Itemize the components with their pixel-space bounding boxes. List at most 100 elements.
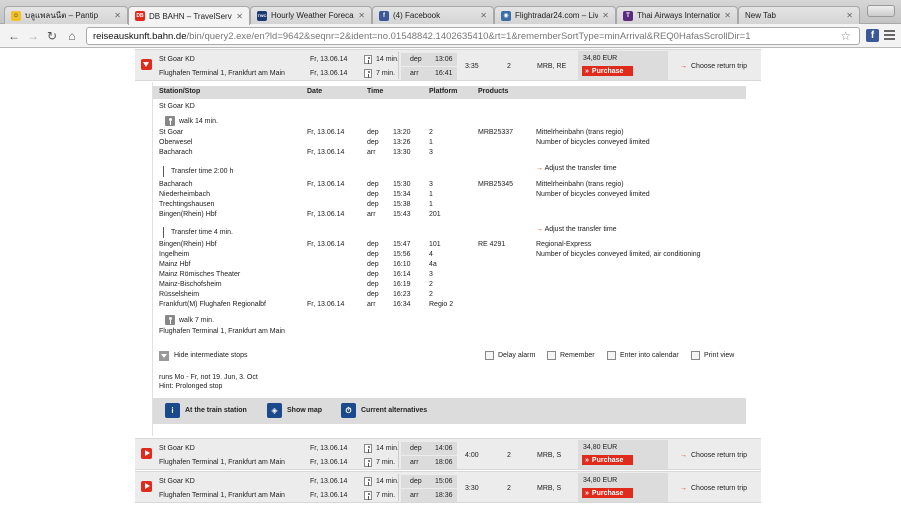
- stop-platform: 201: [429, 211, 441, 218]
- connection-row[interactable]: St Goar KD Flughafen Terminal 1, Frankfu…: [135, 438, 761, 470]
- choose-return-trip-link[interactable]: → Choose return trip: [680, 485, 747, 492]
- current-alternatives-link[interactable]: Current alternatives: [361, 407, 427, 414]
- stop-type: dep: [367, 201, 379, 208]
- leg-product: MRB25337: [478, 129, 514, 136]
- choose-label: Choose return trip: [691, 485, 748, 492]
- tab-db-bahn[interactable]: DB DB BAHN – TravelService ✕: [128, 6, 250, 25]
- tab-facebook[interactable]: f (4) Facebook ✕: [372, 6, 494, 24]
- stop-station: Bacharach: [159, 181, 193, 188]
- home-icon[interactable]: ⌂: [64, 28, 80, 44]
- choose-label: Choose return trip: [691, 452, 748, 459]
- choose-label: Choose return trip: [691, 63, 748, 70]
- address-bar[interactable]: reiseauskunft.bahn.de/bin/query2.exe/en?…: [86, 27, 860, 45]
- tab-flightradar[interactable]: ◉ Flightradar24.com – Live ✕: [494, 6, 616, 24]
- at-the-train-station-link[interactable]: At the train station: [185, 407, 247, 414]
- browser-toolbar: ← → ↻ ⌂ reiseauskunft.bahn.de/bin/query2…: [0, 24, 901, 48]
- stop-station: Bingen(Rhein) Hbf: [159, 211, 217, 218]
- stop-platform: 3: [429, 149, 433, 156]
- col-platform: Platform: [429, 88, 458, 95]
- window-control[interactable]: [867, 5, 895, 17]
- departure-time: 15:06: [435, 478, 453, 485]
- stop-time: 16:19: [393, 281, 411, 288]
- bookmark-star-icon[interactable]: ☆: [840, 29, 851, 43]
- close-icon[interactable]: ✕: [602, 11, 609, 20]
- leg-info: Mittelrheinbahn (trans regio): [536, 129, 624, 136]
- stop-type: dep: [367, 271, 379, 278]
- print-view-link[interactable]: Print view: [704, 352, 734, 359]
- hide-intermediate-stops-link[interactable]: Hide intermediate stops: [174, 352, 248, 359]
- chevron-right-icon: »: [585, 67, 589, 75]
- close-icon[interactable]: ✕: [480, 11, 487, 20]
- price: 34,80 EUR: [583, 444, 618, 451]
- stop-time: 16:23: [393, 291, 411, 298]
- show-map-link[interactable]: Show map: [287, 407, 322, 414]
- chevron-right-icon: »: [585, 456, 589, 464]
- purchase-button[interactable]: » Purchase: [582, 455, 633, 465]
- expand-arrow-icon[interactable]: [141, 448, 152, 459]
- facebook-icon: f: [379, 10, 389, 21]
- purchase-button[interactable]: » Purchase: [582, 66, 633, 76]
- remember-link[interactable]: Remember: [560, 352, 595, 359]
- runs-info: runs Mo - Fr, not 19. Jun, 3. Oct: [159, 374, 258, 381]
- hide-stops-icon[interactable]: [159, 351, 169, 361]
- stop-station: Bingen(Rhein) Hbf: [159, 241, 217, 248]
- products: MRB, S: [537, 485, 562, 492]
- arrival-date: Fr, 13.06.14: [310, 70, 348, 77]
- back-icon[interactable]: ←: [6, 28, 22, 44]
- choose-return-trip-link[interactable]: → Choose return trip: [680, 452, 747, 459]
- tab-label: (4) Facebook: [393, 11, 441, 20]
- collapse-arrow-icon[interactable]: [141, 59, 152, 70]
- purchase-button[interactable]: » Purchase: [582, 488, 633, 498]
- walk-time: 7 min.: [376, 492, 396, 499]
- facebook-extension-icon[interactable]: f: [866, 29, 879, 42]
- col-time: Time: [367, 88, 384, 95]
- calendar-icon[interactable]: [607, 351, 616, 360]
- stop-station: Mainz Hbf: [159, 261, 191, 268]
- remember-icon[interactable]: [547, 351, 556, 360]
- stop-type: arr: [367, 211, 376, 218]
- stop-time: 13:30: [393, 149, 411, 156]
- walk-text: walk 14 min.: [179, 118, 218, 125]
- tab-weather[interactable]: TWC Hourly Weather Forecast ✕: [250, 6, 372, 24]
- close-icon[interactable]: ✕: [724, 11, 731, 20]
- tab-pantip[interactable]: ☺ บลูแพลนนีต – Pantip ✕: [4, 6, 128, 24]
- stop-platform: 3: [429, 181, 433, 188]
- reload-icon[interactable]: ↻: [44, 28, 60, 44]
- choose-return-trip-link[interactable]: → Choose return trip: [680, 63, 747, 70]
- alternatives-icon[interactable]: ⏱: [341, 403, 356, 418]
- adjust-transfer-link[interactable]: → Adjust the transfer time: [536, 226, 617, 233]
- close-icon[interactable]: ✕: [846, 11, 853, 20]
- stop-type: dep: [367, 291, 379, 298]
- stop-date: Fr, 13.06.14: [307, 129, 345, 136]
- stop-type: dep: [367, 241, 379, 248]
- close-icon[interactable]: ✕: [358, 11, 365, 20]
- stop-platform: 1: [429, 191, 433, 198]
- walk-time: 7 min.: [376, 70, 396, 77]
- delay-alarm-link[interactable]: Delay alarm: [498, 352, 535, 359]
- adjust-transfer-link[interactable]: → Adjust the transfer time: [536, 165, 617, 172]
- map-icon[interactable]: ◈: [267, 403, 282, 418]
- smiley-icon: ☺: [11, 10, 21, 21]
- stop-time: 15:34: [393, 191, 411, 198]
- info-station-icon[interactable]: i: [165, 403, 180, 418]
- expand-arrow-icon[interactable]: [141, 481, 152, 492]
- stop-platform: 2: [429, 291, 433, 298]
- tab-thai-airways[interactable]: T Thai Airways Internation ✕: [616, 6, 738, 24]
- stop-time: 13:20: [393, 129, 411, 136]
- delay-alarm-icon[interactable]: [485, 351, 494, 360]
- connection-row[interactable]: St Goar KD Flughafen Terminal 1, Frankfu…: [135, 49, 761, 81]
- walk-icon: [364, 69, 372, 78]
- transfer-time: Transfer time 2:00 h: [171, 168, 234, 175]
- url-path: /bin/query2.exe/en?ld=9642&seqnr=2&ident…: [186, 30, 751, 42]
- enter-into-calendar-link[interactable]: Enter into calendar: [620, 352, 679, 359]
- close-icon[interactable]: ✕: [114, 11, 121, 20]
- tab-new-tab[interactable]: New Tab ✕: [738, 6, 860, 24]
- close-icon[interactable]: ✕: [236, 12, 243, 21]
- purchase-label: Purchase: [591, 489, 624, 497]
- connection-row[interactable]: St Goar KD Flughafen Terminal 1, Frankfu…: [135, 471, 761, 503]
- products: MRB, RE: [537, 63, 567, 70]
- arr-label: arr: [410, 459, 419, 466]
- print-icon[interactable]: [691, 351, 700, 360]
- menu-icon[interactable]: [884, 30, 895, 41]
- forward-icon[interactable]: →: [25, 28, 41, 44]
